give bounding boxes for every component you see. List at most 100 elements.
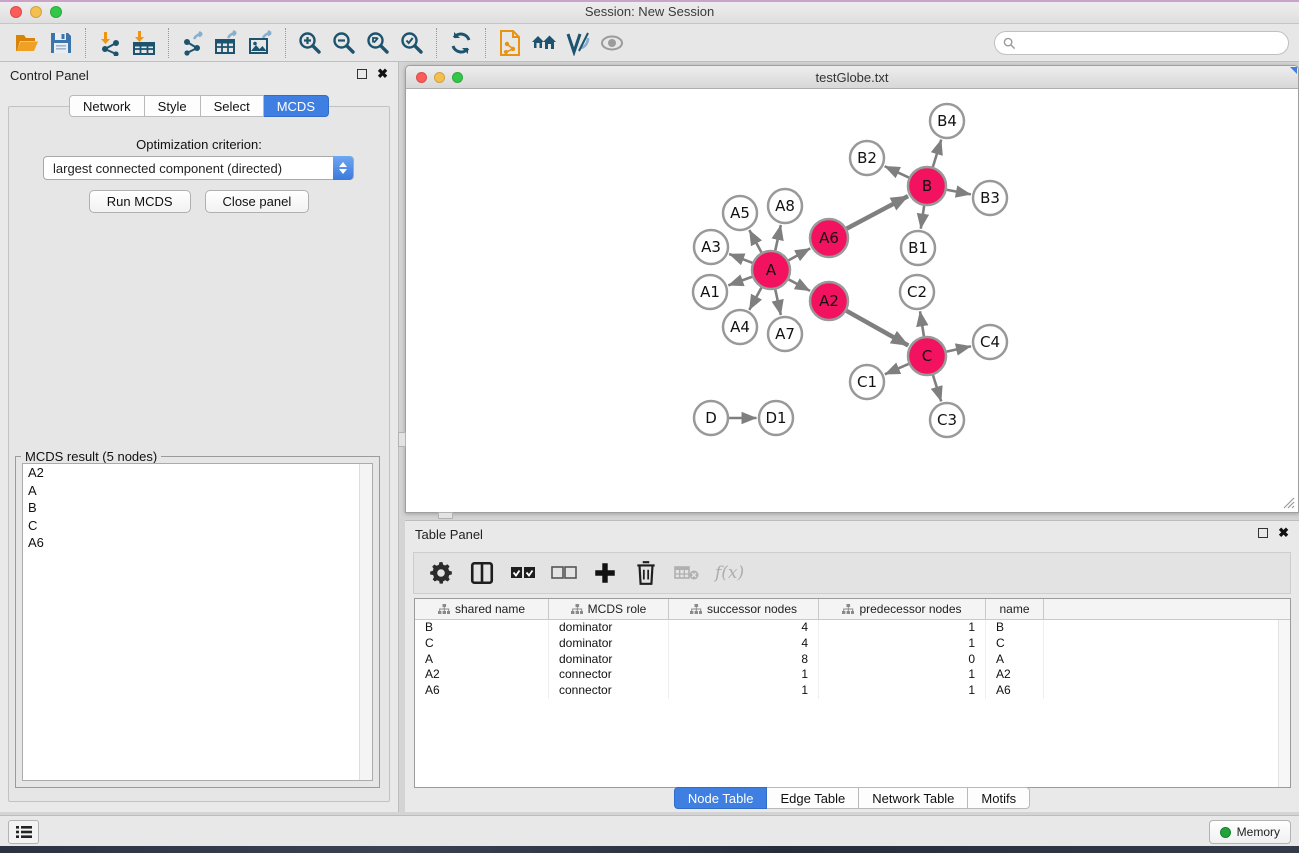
select-all-button[interactable]	[510, 560, 536, 586]
edge-A-A8[interactable]	[775, 225, 781, 250]
table-cell[interactable]: A2	[986, 667, 1044, 683]
result-list-item[interactable]: A6	[23, 534, 372, 552]
table-cell[interactable]: B	[986, 620, 1044, 636]
table-row[interactable]: Cdominator41C	[415, 636, 1290, 652]
tab-motifs[interactable]: Motifs	[968, 787, 1030, 809]
edge-A-A5[interactable]	[749, 230, 761, 252]
add-column-button[interactable]	[592, 560, 618, 586]
export-network-button[interactable]	[176, 27, 210, 59]
tab-network[interactable]: Network	[69, 95, 145, 117]
table-row[interactable]: Bdominator41B	[415, 620, 1290, 636]
zoom-in-button[interactable]	[293, 27, 327, 59]
column-header-name[interactable]: name	[986, 599, 1044, 619]
float-table-panel-icon[interactable]	[1258, 528, 1268, 538]
tab-mcds[interactable]: MCDS	[264, 95, 329, 117]
column-header-successor-nodes[interactable]: successor nodes	[669, 599, 819, 619]
edge-A-A4[interactable]	[749, 288, 761, 310]
edge-C-C3[interactable]	[933, 375, 941, 401]
table-cell[interactable]: 1	[819, 636, 986, 652]
edge-B-B3[interactable]	[947, 190, 971, 195]
table-cell[interactable]: dominator	[549, 636, 669, 652]
table-cell[interactable]: C	[986, 636, 1044, 652]
edge-C-C2[interactable]	[920, 311, 924, 336]
save-session-button[interactable]	[44, 27, 78, 59]
edge-A-A2[interactable]	[789, 279, 810, 290]
table-row[interactable]: A6connector11A6	[415, 683, 1290, 699]
result-list-item[interactable]: A	[23, 482, 372, 500]
tab-node-table[interactable]: Node Table	[674, 787, 768, 809]
table-cell[interactable]: 8	[669, 652, 819, 668]
table-row[interactable]: A2connector11A2	[415, 667, 1290, 683]
memory-button[interactable]: Memory	[1209, 820, 1291, 844]
new-network-button[interactable]	[493, 27, 527, 59]
criterion-dropdown[interactable]: largest connected component (directed)	[43, 156, 354, 180]
close-table-panel-icon[interactable]: ✖	[1278, 528, 1289, 538]
table-scrollbar[interactable]	[1278, 620, 1290, 787]
column-header-MCDS-role[interactable]: MCDS role	[549, 599, 669, 619]
export-image-button[interactable]	[244, 27, 278, 59]
zoom-fit-button[interactable]	[361, 27, 395, 59]
table-row[interactable]: Adominator80A	[415, 652, 1290, 668]
table-cell[interactable]: dominator	[549, 620, 669, 636]
result-list-item[interactable]: B	[23, 499, 372, 517]
result-list-item[interactable]: A2	[23, 464, 372, 482]
refresh-layout-button[interactable]	[444, 27, 478, 59]
deselect-all-button[interactable]	[551, 560, 577, 586]
tab-select[interactable]: Select	[201, 95, 264, 117]
table-cell[interactable]: 1	[819, 620, 986, 636]
show-hide-graphics-button[interactable]	[561, 27, 595, 59]
result-scrollbar[interactable]	[359, 464, 372, 780]
table-cell[interactable]: connector	[549, 683, 669, 699]
run-mcds-button[interactable]: Run MCDS	[89, 190, 191, 213]
search-field[interactable]	[994, 31, 1289, 55]
close-panel-icon[interactable]: ✖	[377, 69, 388, 79]
table-cell[interactable]: A	[415, 652, 549, 668]
edge-A6-B[interactable]	[847, 196, 908, 229]
network-graph[interactable]: B4B2BB3A8A5A6A3B1AA1C2A2A4A7C4CC1C3DD1	[407, 89, 1297, 511]
tab-edge-table[interactable]: Edge Table	[767, 787, 859, 809]
table-cell[interactable]: B	[415, 620, 549, 636]
table-cell[interactable]: dominator	[549, 652, 669, 668]
first-neighbors-button[interactable]	[527, 27, 561, 59]
table-cell[interactable]: 4	[669, 620, 819, 636]
network-window-titlebar[interactable]: testGlobe.txt	[406, 66, 1298, 89]
table-cell[interactable]: A6	[986, 683, 1044, 699]
export-table-button[interactable]	[210, 27, 244, 59]
table-cell[interactable]: 1	[669, 683, 819, 699]
table-cell[interactable]: 1	[819, 683, 986, 699]
function-builder-button[interactable]: f(x)	[715, 560, 744, 586]
column-header-predecessor-nodes[interactable]: predecessor nodes	[819, 599, 986, 619]
table-cell[interactable]: connector	[549, 667, 669, 683]
column-header-shared-name[interactable]: shared name	[415, 599, 549, 619]
panel-menu-button[interactable]	[8, 820, 39, 844]
table-options-button[interactable]	[428, 560, 454, 586]
float-panel-icon[interactable]	[357, 69, 367, 79]
delete-column-button[interactable]	[633, 560, 659, 586]
search-input[interactable]	[1021, 36, 1288, 50]
level-of-detail-button[interactable]	[595, 27, 629, 59]
import-network-button[interactable]	[93, 27, 127, 59]
show-column-button[interactable]	[469, 560, 495, 586]
close-panel-button[interactable]: Close panel	[205, 190, 310, 213]
tab-style[interactable]: Style	[145, 95, 201, 117]
mcds-result-list[interactable]: A2ABCA6	[22, 463, 373, 781]
result-list-item[interactable]: C	[23, 517, 372, 535]
edge-A-A1[interactable]	[728, 277, 752, 286]
edge-A2-C[interactable]	[846, 311, 908, 346]
edge-B-B2[interactable]	[885, 166, 909, 177]
splitter-handle-vertical[interactable]	[398, 432, 406, 447]
delete-table-button[interactable]	[674, 560, 700, 586]
table-cell[interactable]: 4	[669, 636, 819, 652]
edge-C-C1[interactable]	[885, 364, 909, 374]
table-cell[interactable]: 1	[669, 667, 819, 683]
splitter-handle-horizontal[interactable]	[438, 512, 453, 519]
table-cell[interactable]: 1	[819, 667, 986, 683]
edge-C-C4[interactable]	[947, 346, 971, 351]
zoom-selected-button[interactable]	[395, 27, 429, 59]
import-table-button[interactable]	[127, 27, 161, 59]
table-cell[interactable]: C	[415, 636, 549, 652]
tab-network-table[interactable]: Network Table	[859, 787, 968, 809]
resize-grip-icon[interactable]	[1281, 495, 1295, 509]
edge-A-A7[interactable]	[775, 290, 781, 315]
open-file-button[interactable]	[10, 27, 44, 59]
